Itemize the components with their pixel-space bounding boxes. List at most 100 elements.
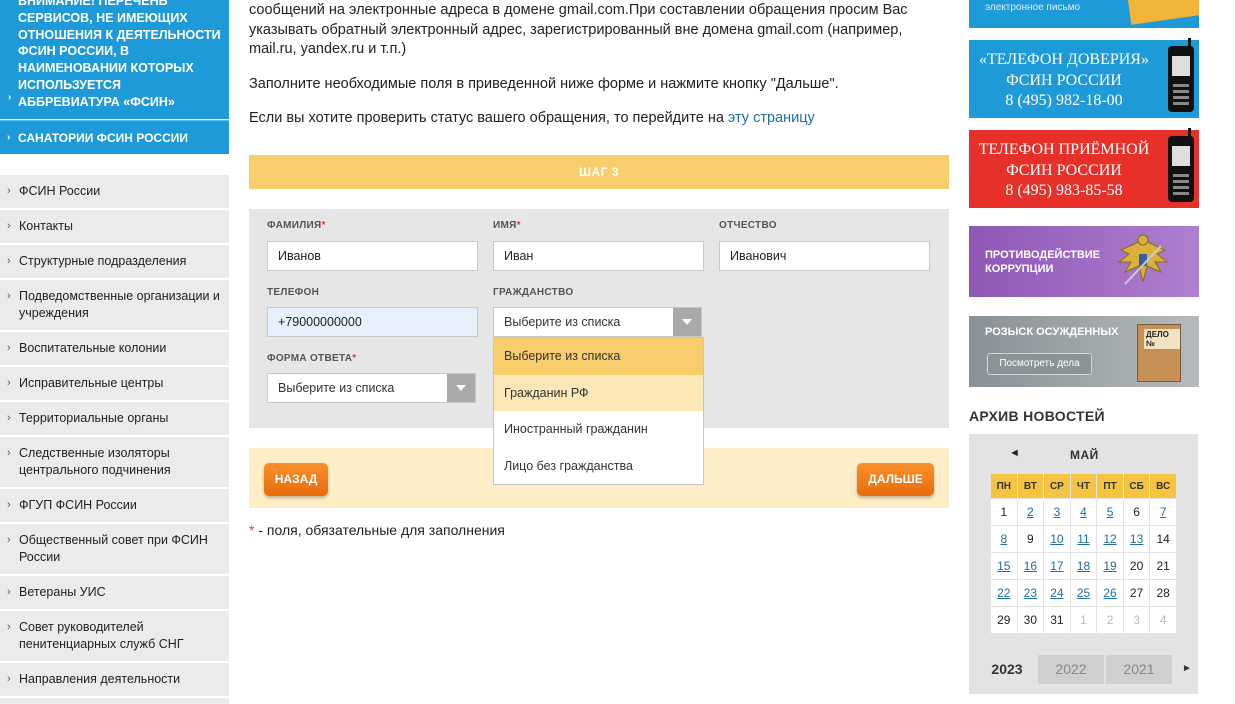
citizenship-label: ГРАЖДАНСТВО [493, 287, 574, 298]
calendar-day[interactable]: 2 [1016, 498, 1045, 526]
surname-label-text: ФАМИЛИЯ [267, 220, 322, 231]
email-banner[interactable]: электронное письмо [969, 0, 1199, 28]
eagle-emblem-icon [1117, 234, 1169, 285]
sidebar-item-label: Воспитательные колонии [19, 341, 167, 355]
calendar-day[interactable]: 16 [1016, 552, 1045, 580]
dropdown-option[interactable]: Лицо без гражданства [494, 448, 703, 485]
calendar-day[interactable]: 22 [990, 579, 1018, 607]
anticorruption-banner[interactable]: ПРОТИВОДЕЙСТВИЕ КОРРУПЦИИ [969, 226, 1199, 297]
view-cases-button[interactable]: Посмотреть дела [987, 353, 1092, 375]
sidebar-item-label: ФСИН России [19, 184, 101, 198]
patronymic-input[interactable] [719, 241, 930, 271]
sidebar-item[interactable]: › Общественный совет при ФСИН России [0, 524, 229, 576]
citizenship-select[interactable]: Выберите из списка [493, 307, 702, 337]
back-button[interactable]: НАЗАД [264, 463, 328, 496]
year-tab[interactable]: 2021 [1106, 655, 1172, 684]
sidebar-item[interactable]: › ФСИН России [0, 175, 229, 210]
weekday-header: ВС [1149, 473, 1177, 499]
chevron-right-icon: › [7, 255, 11, 267]
left-sidebar: › ВНИМАНИЕ! ПЕРЕЧЕНЬ СЕРВИСОВ, НЕ ИМЕЮЩИ… [0, 0, 229, 704]
calendar-day[interactable]: 12 [1096, 525, 1124, 553]
phone-label: ТЕЛЕФОН [267, 287, 320, 298]
answer-form-select[interactable]: Выберите из списка [267, 373, 476, 403]
notice-banner[interactable]: › ВНИМАНИЕ! ПЕРЕЧЕНЬ СЕРВИСОВ, НЕ ИМЕЮЩИ… [0, 0, 229, 119]
sidebar-item[interactable]: › Следственные изоляторы центрального под… [0, 437, 229, 489]
chevron-right-icon: › [7, 377, 11, 389]
calendar-day[interactable]: 3 [1043, 498, 1071, 526]
calendar-day[interactable]: 4 [1069, 498, 1098, 526]
sidebar-item[interactable]: › Территориальные органы [0, 402, 229, 437]
step-header: ШАГ 3 [249, 155, 949, 189]
calendar-day: 27 [1122, 579, 1151, 607]
calendar-day[interactable]: 5 [1096, 498, 1124, 526]
calendar-day[interactable]: 10 [1043, 525, 1071, 553]
trust-phone-banner[interactable]: «ТЕЛЕФОН ДОВЕРИЯ» ФСИН РОССИИ 8 (495) 98… [969, 38, 1199, 118]
sidebar-item[interactable]: › Подведомственные организации и учрежден… [0, 280, 229, 332]
sidebar-item[interactable]: › Исправительные центры [0, 367, 229, 402]
calendar-day[interactable]: 17 [1043, 552, 1071, 580]
dropdown-option[interactable]: Иностранный гражданин [494, 411, 703, 448]
wanted-search-banner[interactable]: РОЗЫСК ОСУЖДЕННЫХ Посмотреть дела ДЕЛО № [969, 316, 1199, 387]
sidebar-nav: › ФСИН России › Контакты › Структурные подраз… [0, 175, 229, 704]
chevron-down-icon[interactable] [673, 308, 701, 336]
reception-phone-number: 8 (495) 983-85-58 [1005, 182, 1123, 199]
dropdown-option[interactable]: Гражданин РФ [494, 374, 703, 411]
next-button[interactable]: ДАЛЬШЕ [857, 463, 934, 496]
year-tab[interactable]: 2022 [1038, 655, 1104, 684]
sidebar-item-label: Подведомственные организации и учреждени… [19, 289, 220, 320]
calendar-day: 2 [1096, 606, 1124, 634]
sanatorium-link[interactable]: › САНАТОРИИ ФСИН РОССИИ [0, 120, 229, 154]
dropdown-option[interactable]: Выберите из списка [494, 338, 703, 375]
sidebar-item[interactable]: › Ветераны УИС [0, 576, 229, 611]
chevron-right-icon: › [7, 621, 11, 633]
calendar-day[interactable]: 15 [990, 552, 1018, 580]
calendar-day[interactable]: 19 [1096, 552, 1124, 580]
sidebar-item-label: Исправительные центры [19, 376, 164, 390]
answer-form-label-text: ФОРМА ОТВЕТА [267, 353, 353, 364]
required-mark: * [516, 220, 521, 231]
calendar-day[interactable]: 13 [1122, 525, 1151, 553]
year-tab[interactable]: 2023 [977, 655, 1037, 684]
anticorruption-text: ПРОТИВОДЕЙСТВИЕ КОРРУПЦИИ [985, 249, 1101, 275]
sidebar-item[interactable]: › Направления деятельности [0, 663, 229, 698]
status-page-link[interactable]: эту страницу [728, 110, 815, 126]
calendar-day: 9 [1016, 525, 1045, 553]
sidebar-item[interactable]: › Совет руководителей пенитенциарных служ… [0, 611, 229, 663]
calendar-day[interactable]: 24 [1043, 579, 1071, 607]
trust-phone-number: 8 (495) 982-18-00 [1005, 92, 1123, 109]
chevron-down-icon[interactable] [447, 374, 475, 402]
sidebar-item-label: Общественный совет при ФСИН России [19, 533, 208, 564]
sidebar-item[interactable]: › ФГУП ФСИН России [0, 489, 229, 524]
sidebar-item[interactable]: › Контакты [0, 210, 229, 245]
calendar-day[interactable]: 8 [990, 525, 1018, 553]
calendar-day[interactable]: 26 [1096, 579, 1124, 607]
sidebar-item-label: Ветераны УИС [19, 585, 106, 599]
mobile-phone-icon [1168, 128, 1194, 202]
wanted-search-title: РОЗЫСК ОСУЖДЕННЫХ [985, 326, 1119, 338]
case-folder-label: ДЕЛО № [1144, 329, 1180, 349]
name-input[interactable] [493, 241, 704, 271]
next-year-icon[interactable]: ► [1182, 663, 1192, 674]
calendar-day[interactable]: 18 [1069, 552, 1098, 580]
calendar-day[interactable]: 25 [1069, 579, 1098, 607]
reception-phone-banner[interactable]: ТЕЛЕФОН ПРИЁМНОЙ ФСИН РОССИИ 8 (495) 983… [969, 128, 1199, 208]
calendar-day: 28 [1149, 579, 1177, 607]
news-calendar: ◄ МАЙ ПН ВТ СР ЧТ ПТ СБ ВС 1 2 3 4 5 6 7 8 9 10 11 12 13 14 1… [969, 434, 1198, 694]
calendar-day[interactable]: 23 [1016, 579, 1045, 607]
sidebar-item[interactable]: › Структурные подразделения [0, 245, 229, 280]
calendar-day[interactable]: 7 [1149, 498, 1177, 526]
required-fields-note: * - поля, обязательные для заполнения [249, 522, 505, 538]
surname-input[interactable] [267, 241, 478, 271]
sidebar-item[interactable]: ›Внимание, розыск [0, 698, 229, 704]
sidebar-item-label: ФГУП ФСИН России [19, 498, 137, 512]
calendar-month: МАЙ [1070, 448, 1099, 462]
name-label-text: ИМЯ [493, 220, 517, 231]
instructions-text: Заполните необходимые поля в приведенной… [249, 76, 839, 92]
sanatorium-label: САНАТОРИИ ФСИН РОССИИ [18, 131, 189, 145]
calendar-grid: ПН ВТ СР ЧТ ПТ СБ ВС 1 2 3 4 5 6 7 8 9 10 11 12 13 14 15 16 17 1… [990, 473, 1177, 634]
name-label: ИМЯ* [493, 220, 521, 231]
phone-input[interactable] [267, 307, 478, 337]
sidebar-item[interactable]: › Воспитательные колонии [0, 332, 229, 367]
calendar-day[interactable]: 11 [1069, 525, 1098, 553]
prev-month-icon[interactable]: ◄ [1009, 447, 1020, 459]
